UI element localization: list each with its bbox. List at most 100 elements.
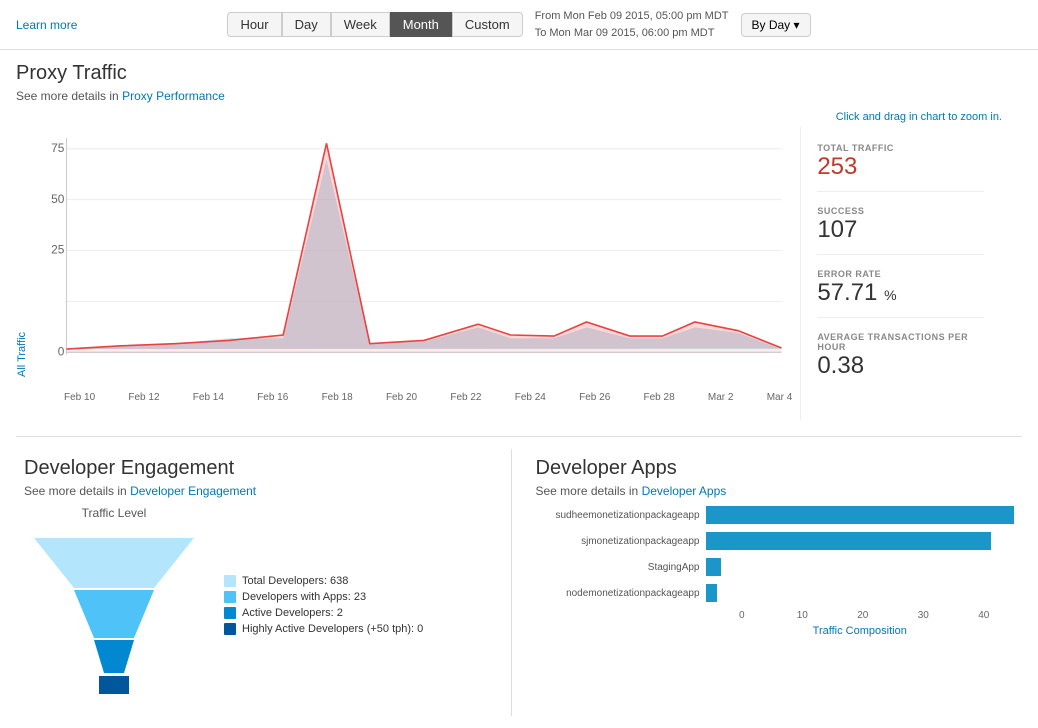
bar-row-0: sudheemonetizationpackageapp	[536, 506, 1015, 524]
funnel-svg	[24, 528, 204, 708]
dev-engagement-link[interactable]: Developer Engagement	[130, 484, 256, 498]
x-tick-10: 10	[772, 610, 833, 621]
developer-apps-section: Developer Apps See more details in Devel…	[528, 449, 1023, 716]
x-label-10: Mar 2	[708, 392, 734, 403]
bar-fill-1	[706, 532, 991, 550]
bar-fill-2	[706, 558, 721, 576]
error-rate-label: ERROR RATE	[817, 269, 984, 279]
proxy-traffic-section: Proxy Traffic See more details in Proxy …	[16, 62, 1022, 420]
funnel-chart: Traffic Level	[24, 506, 204, 708]
zoom-hint: Click and drag in chart to zoom in.	[16, 111, 1022, 123]
dev-apps-link[interactable]: Developer Apps	[642, 484, 727, 498]
x-label-6: Feb 22	[450, 392, 481, 403]
bar-row-1: sjmonetizationpackageapp	[536, 532, 1015, 550]
success-label: SUCCESS	[817, 206, 984, 216]
bar-track-1	[706, 532, 1015, 550]
legend-label-2: Active Developers: 2	[242, 607, 343, 619]
date-range-line2: To Mon Mar 09 2015, 06:00 pm MDT	[535, 25, 729, 42]
week-button[interactable]: Week	[331, 12, 390, 37]
learn-more-link[interactable]: Learn more	[16, 18, 77, 32]
stats-panel: TOTAL TRAFFIC 253 SUCCESS 107 ERROR RATE…	[800, 127, 1000, 420]
main-content: Proxy Traffic See more details in Proxy …	[0, 50, 1038, 728]
x-tick-30: 30	[893, 610, 954, 621]
date-range-line1: From Mon Feb 09 2015, 05:00 pm MDT	[535, 8, 729, 25]
svg-text:25: 25	[51, 243, 65, 257]
proxy-traffic-subtitle: See more details in Proxy Performance	[16, 89, 1022, 103]
legend-item-3: Highly Active Developers (+50 tph): 0	[224, 623, 423, 635]
custom-button[interactable]: Custom	[452, 12, 523, 37]
bar-fill-3	[706, 584, 718, 602]
hour-button[interactable]: Hour	[227, 12, 281, 37]
svg-text:75: 75	[51, 141, 65, 155]
bar-row-3: nodemonetizationpackageapp	[536, 584, 1015, 602]
x-tick-0: 0	[712, 610, 773, 621]
avg-tx-value: 0.38	[817, 352, 984, 380]
x-axis-labels: Feb 10 Feb 12 Feb 14 Feb 16 Feb 18 Feb 2…	[34, 392, 792, 403]
legend-dot-3	[224, 623, 236, 635]
proxy-traffic-title: Proxy Traffic	[16, 62, 1022, 85]
day-button[interactable]: Day	[282, 12, 331, 37]
bar-x-title: Traffic Composition	[706, 625, 1015, 637]
x-tick-40: 40	[954, 610, 1015, 621]
bar-label-1: sjmonetizationpackageapp	[536, 536, 706, 547]
x-label-11: Mar 4	[767, 392, 793, 403]
developer-engagement-section: Developer Engagement See more details in…	[16, 449, 512, 716]
chart-wrapper: 75 50 25 0	[34, 127, 792, 407]
legend-item-2: Active Developers: 2	[224, 607, 423, 619]
x-label-4: Feb 18	[322, 392, 353, 403]
legend-label-0: Total Developers: 638	[242, 575, 348, 587]
bar-row-2: StagingApp	[536, 558, 1015, 576]
legend-item-0: Total Developers: 638	[224, 575, 423, 587]
y-axis-label: All Traffic	[16, 137, 28, 377]
dev-apps-title: Developer Apps	[536, 457, 1015, 480]
legend-dot-2	[224, 607, 236, 619]
total-traffic-label: TOTAL TRAFFIC	[817, 143, 984, 153]
month-button[interactable]: Month	[390, 12, 452, 37]
bar-label-3: nodemonetizationpackageapp	[536, 588, 706, 599]
x-label-7: Feb 24	[515, 392, 546, 403]
x-label-5: Feb 20	[386, 392, 417, 403]
total-traffic-block: TOTAL TRAFFIC 253	[817, 143, 984, 192]
avg-tx-block: AVERAGE TRANSACTIONS PER HOUR 0.38	[817, 332, 984, 390]
dev-apps-subtitle: See more details in Developer Apps	[536, 484, 1015, 498]
svg-text:0: 0	[58, 345, 65, 359]
bar-fill-0	[706, 506, 1015, 524]
top-bar: Learn more Hour Day Week Month Custom Fr…	[0, 0, 1038, 50]
x-label-9: Feb 28	[644, 392, 675, 403]
bottom-sections: Developer Engagement See more details in…	[16, 436, 1022, 716]
bar-track-0	[706, 506, 1015, 524]
x-tick-20: 20	[833, 610, 894, 621]
x-label-8: Feb 26	[579, 392, 610, 403]
bar-track-3	[706, 584, 1015, 602]
legend-dot-1	[224, 591, 236, 603]
date-range: From Mon Feb 09 2015, 05:00 pm MDT To Mo…	[535, 8, 729, 41]
x-label-0: Feb 10	[64, 392, 95, 403]
time-buttons: Hour Day Week Month Custom	[227, 12, 522, 37]
bar-chart-area: sudheemonetizationpackageapp sjmonetizat…	[536, 506, 1015, 637]
bar-x-axis: 0 10 20 30 40	[712, 610, 1015, 621]
x-label-2: Feb 14	[193, 392, 224, 403]
bar-label-0: sudheemonetizationpackageapp	[536, 510, 706, 521]
dev-engagement-subtitle: See more details in Developer Engagement	[24, 484, 503, 498]
error-rate-value: 57.71 %	[817, 279, 984, 307]
avg-tx-label: AVERAGE TRANSACTIONS PER HOUR	[817, 332, 984, 352]
x-label-1: Feb 12	[128, 392, 159, 403]
legend-label-1: Developers with Apps: 23	[242, 591, 366, 603]
bar-label-2: StagingApp	[536, 562, 706, 573]
legend-item-1: Developers with Apps: 23	[224, 591, 423, 603]
success-block: SUCCESS 107	[817, 206, 984, 255]
proxy-performance-link[interactable]: Proxy Performance	[122, 89, 225, 103]
error-rate-block: ERROR RATE 57.71 %	[817, 269, 984, 318]
success-value: 107	[817, 216, 984, 244]
total-traffic-value: 253	[817, 153, 984, 181]
funnel-legend: Total Developers: 638 Developers with Ap…	[224, 575, 423, 639]
traffic-chart-svg[interactable]: 75 50 25 0	[34, 127, 792, 387]
legend-label-3: Highly Active Developers (+50 tph): 0	[242, 623, 423, 635]
x-label-3: Feb 16	[257, 392, 288, 403]
by-day-button[interactable]: By Day ▾	[741, 13, 811, 37]
legend-dot-0	[224, 575, 236, 587]
funnel-container: Traffic Level	[24, 506, 503, 708]
traffic-chart-container: All Traffic 75 50 25 0	[16, 127, 1022, 420]
bar-track-2	[706, 558, 1015, 576]
svg-text:50: 50	[51, 192, 65, 206]
